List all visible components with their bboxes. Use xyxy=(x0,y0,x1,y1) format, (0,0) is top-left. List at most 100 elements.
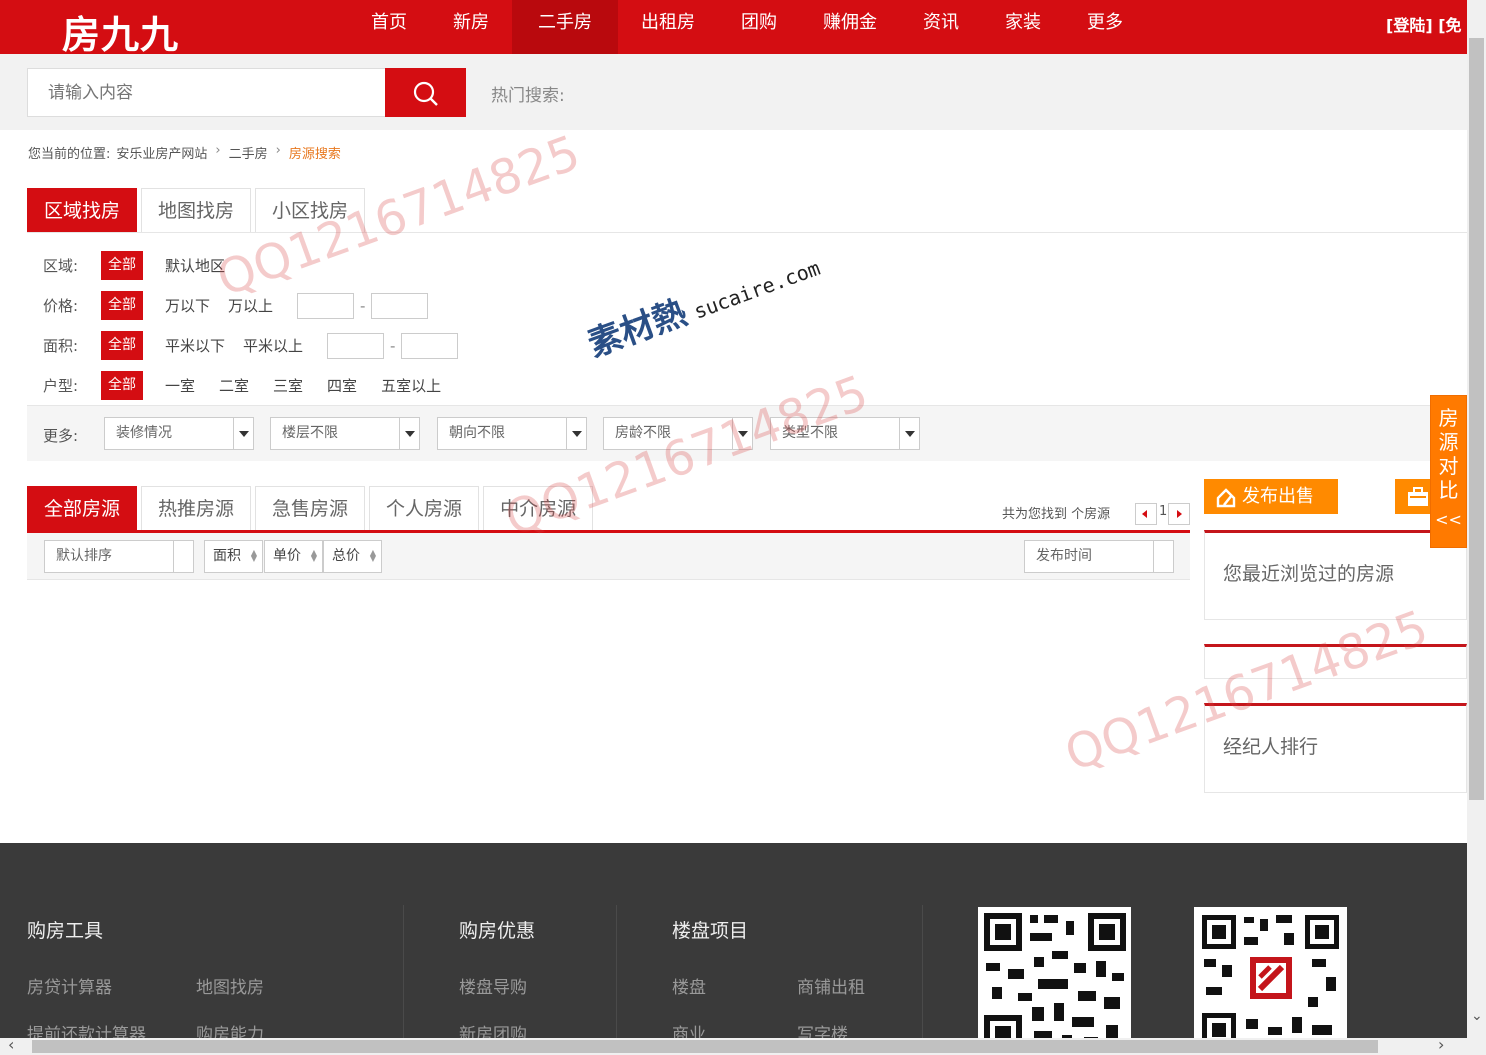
area-all-button[interactable]: 全部 xyxy=(101,251,143,280)
nav-group-buy[interactable]: 团购 xyxy=(718,0,800,54)
compare-listings-button[interactable]: 房 源 对 比 << xyxy=(1430,395,1467,548)
sort-label: 面积 xyxy=(213,548,241,564)
chevron-down-icon xyxy=(399,418,419,449)
qr-code-icon xyxy=(978,907,1131,1055)
register-link[interactable]: [免 xyxy=(1438,16,1461,35)
filter-label: 面积: xyxy=(43,337,79,355)
size-min-input[interactable] xyxy=(327,332,385,359)
size-option[interactable]: 平米以下 xyxy=(165,335,225,356)
nav-rent[interactable]: 出租房 xyxy=(618,0,718,54)
footer-title-offers: 购房优惠 xyxy=(459,920,536,942)
qr-code-icon xyxy=(1194,907,1347,1055)
footer-link[interactable]: 地图找房 xyxy=(196,973,264,998)
tab-all-listings[interactable]: 全部房源 xyxy=(27,486,138,531)
size-option[interactable]: 平米以上 xyxy=(243,335,303,356)
site-logo[interactable]: 房九九 xyxy=(62,4,179,59)
vertical-scroll-thumb[interactable] xyxy=(1469,38,1484,800)
price-all-button[interactable]: 全部 xyxy=(101,291,143,320)
orientation-select[interactable]: 朝向不限 xyxy=(437,417,587,450)
sort-by-area-button[interactable]: 面积 ▲ ▼ xyxy=(204,540,263,573)
price-option[interactable]: 万以下 xyxy=(165,295,210,316)
scroll-down-icon[interactable]: ⌄ xyxy=(1471,1008,1483,1024)
result-count: 共为您找到 个房源 xyxy=(1002,507,1111,522)
compare-char: 对 xyxy=(1438,454,1459,478)
login-link[interactable]: [登陆] xyxy=(1386,16,1433,35)
tab-area-search[interactable]: 区域找房 xyxy=(27,188,138,233)
size-max-input[interactable] xyxy=(401,332,459,359)
tab-community-search[interactable]: 小区找房 xyxy=(255,188,366,233)
sidebar-empty-box xyxy=(1204,644,1467,679)
footer-link[interactable]: 楼盘导购 xyxy=(459,973,527,998)
room-all-button[interactable]: 全部 xyxy=(101,371,143,400)
filter-label: 户型: xyxy=(43,377,79,395)
room-option[interactable]: 三室 xyxy=(273,375,303,396)
breadcrumb-home[interactable]: 安乐业房产网站 xyxy=(116,143,207,162)
footer-divider xyxy=(922,905,923,1055)
top-navigation-bar: 房九九 首页 新房 二手房 出租房 团购 赚佣金 资讯 家装 更多 [登陆] [… xyxy=(0,0,1467,57)
price-min-input[interactable] xyxy=(297,292,355,319)
floor-select[interactable]: 楼层不限 xyxy=(270,417,420,450)
chevron-down-icon xyxy=(732,418,752,449)
nav-news[interactable]: 资讯 xyxy=(900,0,982,54)
breadcrumb-second-hand[interactable]: 二手房 xyxy=(229,143,268,162)
chevron-down-icon xyxy=(1153,541,1173,572)
room-option[interactable]: 四室 xyxy=(327,375,357,396)
tab-urgent-listings[interactable]: 急售房源 xyxy=(255,486,366,531)
next-page-button[interactable] xyxy=(1168,503,1190,525)
search-input[interactable] xyxy=(27,68,387,117)
footer-link[interactable]: 房贷计算器 xyxy=(27,973,112,998)
room-option[interactable]: 五室以上 xyxy=(381,375,441,396)
area-option[interactable]: 默认地区 xyxy=(165,255,225,276)
scroll-right-icon[interactable]: › xyxy=(1438,1035,1444,1054)
login-links: [登陆] [免 xyxy=(1386,12,1462,36)
find-tabs: 区域找房 地图找房 小区找房 xyxy=(27,188,369,233)
default-sort-select[interactable]: 默认排序 xyxy=(44,540,194,573)
nav-home[interactable]: 首页 xyxy=(348,0,430,54)
sort-by-unit-price-button[interactable]: 单价 ▲ ▼ xyxy=(264,540,323,573)
listing-tabs: 全部房源 热推房源 急售房源 个人房源 中介房源 xyxy=(27,486,597,531)
nav-new-house[interactable]: 新房 xyxy=(430,0,512,54)
decoration-select[interactable]: 装修情况 xyxy=(104,417,254,450)
filter-row-rooms: 户型: 全部 一室 二室 三室 四室 五室以上 xyxy=(43,371,459,400)
age-select[interactable]: 房龄不限 xyxy=(603,417,753,450)
footer-link[interactable]: 楼盘 xyxy=(672,973,706,998)
publish-time-select[interactable]: 发布时间 xyxy=(1024,540,1174,573)
price-max-input[interactable] xyxy=(371,292,429,319)
horizontal-scrollbar[interactable]: ‹ › xyxy=(0,1035,1467,1055)
horizontal-scroll-thumb[interactable] xyxy=(32,1040,1378,1053)
more-label: 更多: xyxy=(43,427,79,445)
size-all-button[interactable]: 全部 xyxy=(101,331,143,360)
scroll-left-icon[interactable]: ‹ xyxy=(8,1035,14,1054)
agent-rank-box: 经纪人排行 xyxy=(1204,703,1467,793)
select-value: 房龄不限 xyxy=(615,425,671,441)
footer-link[interactable]: 商铺出租 xyxy=(797,973,865,998)
prev-page-button[interactable] xyxy=(1135,503,1157,525)
breadcrumb: 您当前的位置: 安乐业房产网站 › 二手房 › 房源搜索 xyxy=(28,143,347,162)
search-button[interactable] xyxy=(385,68,466,117)
select-value: 楼层不限 xyxy=(282,425,338,441)
compare-char: 源 xyxy=(1438,430,1459,454)
tab-map-search[interactable]: 地图找房 xyxy=(141,188,252,233)
nav-decoration[interactable]: 家装 xyxy=(982,0,1064,54)
room-option[interactable]: 一室 xyxy=(165,375,195,396)
breadcrumb-current: 房源搜索 xyxy=(288,147,341,162)
price-option[interactable]: 万以上 xyxy=(228,295,273,316)
vertical-scrollbar[interactable]: ⌄ xyxy=(1467,0,1486,1055)
publish-sale-button[interactable]: 发布出售 xyxy=(1204,479,1338,514)
chevron-down-icon xyxy=(233,418,253,449)
filter-label: 区域: xyxy=(43,257,79,275)
footer-title-projects: 楼盘项目 xyxy=(672,920,749,942)
type-select[interactable]: 类型不限 xyxy=(770,417,920,450)
publish-label: 发布出售 xyxy=(1242,486,1314,507)
tab-personal-listings[interactable]: 个人房源 xyxy=(369,486,480,531)
sort-by-total-price-button[interactable]: 总价 ▲ ▼ xyxy=(323,540,382,573)
sort-arrows-icon: ▲ ▼ xyxy=(250,548,257,563)
briefcase-icon xyxy=(1408,487,1428,506)
room-option[interactable]: 二室 xyxy=(219,375,249,396)
nav-second-hand[interactable]: 二手房 xyxy=(512,0,618,54)
tab-agency-listings[interactable]: 中介房源 xyxy=(483,486,594,531)
range-dash: - xyxy=(390,336,396,355)
tab-hot-listings[interactable]: 热推房源 xyxy=(141,486,252,531)
nav-commission[interactable]: 赚佣金 xyxy=(800,0,900,54)
nav-more[interactable]: 更多 xyxy=(1064,0,1146,54)
